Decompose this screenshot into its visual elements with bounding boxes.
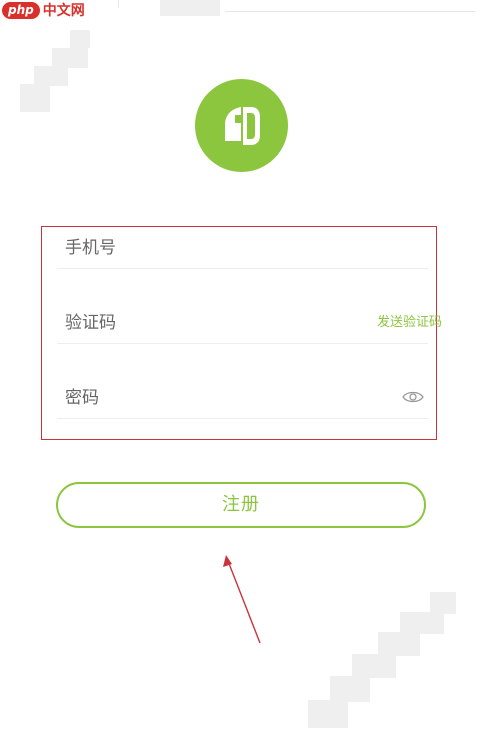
watermark-badge: php	[2, 2, 40, 19]
watermark-text: 中文网	[42, 2, 85, 19]
watermark: php 中文网	[2, 2, 85, 19]
phone-field[interactable]: 手机号	[57, 229, 428, 269]
eye-icon[interactable]	[402, 390, 424, 404]
mosaic-block	[34, 66, 68, 86]
app-logo-icon	[225, 107, 260, 145]
mosaic-block	[70, 30, 90, 48]
mosaic-block	[378, 632, 420, 656]
annotation-arrow	[223, 555, 261, 644]
mosaic-block	[20, 84, 50, 112]
mosaic-block	[52, 48, 88, 68]
top-divider	[225, 11, 475, 12]
register-button[interactable]: 注册	[56, 482, 426, 528]
app-logo	[195, 79, 288, 172]
registration-screen: php 中文网 手机号 验证码 发送验证码 密码 注册	[0, 0, 499, 737]
verification-code-field[interactable]: 验证码 发送验证码	[57, 304, 442, 344]
verification-code-placeholder: 验证码	[65, 313, 116, 333]
registration-form: 手机号 验证码 发送验证码 密码	[41, 226, 442, 440]
password-placeholder: 密码	[65, 388, 99, 408]
mosaic-block	[160, 0, 220, 16]
mosaic-block	[308, 700, 348, 728]
password-field[interactable]: 密码	[57, 379, 428, 419]
phone-placeholder: 手机号	[65, 238, 116, 258]
top-divider-tick	[118, 0, 119, 8]
mosaic-block	[352, 654, 396, 678]
mosaic-block	[430, 592, 456, 614]
mosaic-block	[400, 612, 444, 634]
send-code-button[interactable]: 发送验证码	[377, 315, 442, 331]
mosaic-block	[330, 676, 370, 702]
